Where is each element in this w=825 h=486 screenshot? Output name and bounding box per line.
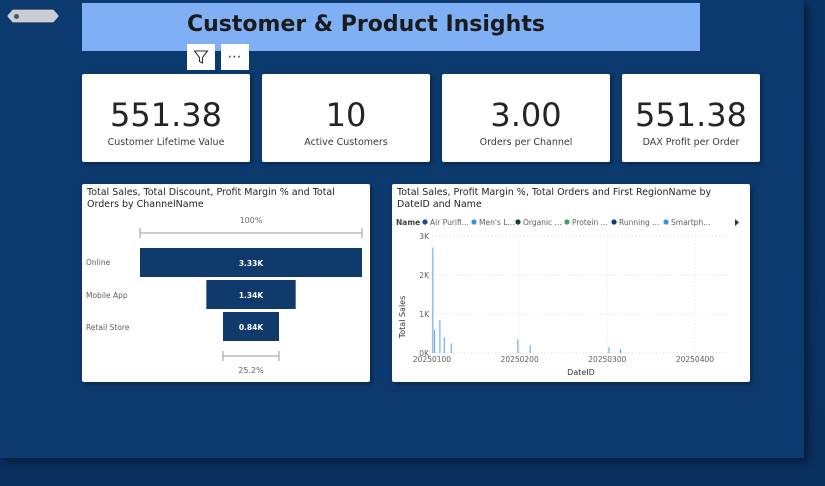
legend-marker (471, 219, 477, 225)
kpi-card-customer-lifetime-value[interactable]: 551.38 Customer Lifetime Value (82, 74, 250, 162)
funnel-chart-panel[interactable]: Total Sales, Total Discount, Profit Marg… (82, 184, 370, 382)
legend-marker (663, 219, 669, 225)
legend-marker (564, 219, 570, 225)
funnel-top-label: 100% (240, 216, 263, 225)
funnel-category-label: Mobile App (86, 291, 128, 300)
kpi-label: Customer Lifetime Value (107, 137, 225, 148)
x-tick-label: 20250200 (501, 355, 539, 364)
y-tick-label: 1K (419, 310, 430, 319)
funnel-category-label: Online (86, 258, 111, 267)
back-arrow-icon (14, 14, 19, 19)
kpi-label: DAX Profit per Order (642, 137, 740, 148)
kpi-card-active-customers[interactable]: 10 Active Customers (262, 74, 430, 162)
kpi-card-dax-profit-per-order[interactable]: 551.38 DAX Profit per Order (622, 74, 760, 162)
kpi-value: 551.38 (110, 96, 222, 134)
legend-marker (611, 219, 617, 225)
kpi-value: 551.38 (635, 96, 747, 134)
legend-item[interactable]: Air Purifi... (430, 218, 469, 227)
page-title: Customer & Product Insights (187, 12, 545, 37)
legend-title: Name (396, 218, 420, 227)
x-axis-label: DateID (567, 368, 595, 377)
x-tick-label: 20250300 (588, 355, 626, 364)
more-options-button[interactable]: ⋯ (221, 44, 249, 70)
legend-item[interactable]: Smartph... (671, 218, 710, 227)
funnel-data-label: 1.34K (239, 291, 265, 300)
legend-item[interactable]: Organic ... (523, 218, 562, 227)
funnel-data-label: 3.33K (239, 259, 265, 268)
filter-button[interactable] (187, 44, 215, 70)
funnel-data-label: 0.84K (239, 323, 265, 332)
x-tick-label: 20250100 (413, 355, 451, 364)
y-tick-label: 2K (419, 271, 430, 280)
report-canvas: Customer & Product Insights ⋯ 551.38 Cus… (0, 0, 804, 458)
y-tick-label: 3K (419, 232, 430, 241)
kpi-label: Active Customers (304, 137, 388, 148)
line-chart-panel[interactable]: Total Sales, Profit Margin %, Total Orde… (392, 184, 750, 382)
legend-item[interactable]: Men's L... (479, 218, 515, 227)
legend-item[interactable]: Running ... (619, 218, 659, 227)
kpi-label: Orders per Channel (479, 137, 573, 148)
line-chart: Name Air Purifi... Men's L... Organic ... P… (396, 218, 739, 377)
x-tick-label: 20250400 (676, 355, 714, 364)
kpi-value: 10 (325, 96, 367, 134)
funnel-chart: 100% Online Mobile App Retail Store 3.33… (86, 216, 363, 375)
back-button[interactable] (7, 9, 59, 23)
legend-scroll-right-icon[interactable] (735, 219, 739, 226)
legend-marker (422, 219, 428, 225)
legend-marker (515, 219, 521, 225)
kpi-card-orders-per-channel[interactable]: 3.00 Orders per Channel (442, 74, 610, 162)
more-options-icon: ⋯ (227, 49, 243, 65)
kpi-value: 3.00 (490, 96, 562, 134)
funnel-bottom-label: 25.2% (238, 366, 264, 375)
legend-item[interactable]: Protein ... (572, 218, 608, 227)
y-axis-label: Total Sales (398, 296, 407, 340)
filter-icon (193, 50, 209, 64)
title-banner: Customer & Product Insights (82, 3, 700, 51)
funnel-category-label: Retail Store (86, 323, 130, 332)
